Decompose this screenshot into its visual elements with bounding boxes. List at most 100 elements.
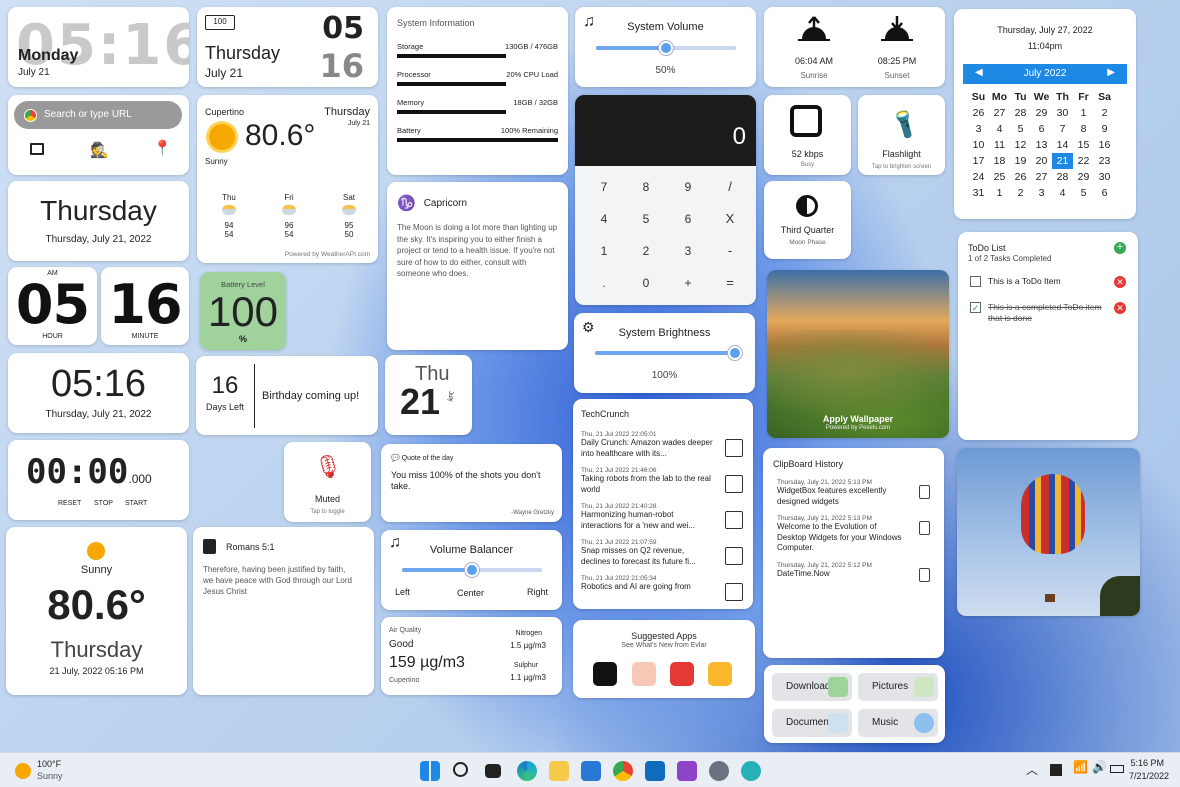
pictures-button[interactable]: Pictures [858, 673, 938, 701]
tray-app-icon[interactable] [1050, 764, 1062, 776]
battery-level-widget[interactable]: Battery Level 100 % [200, 272, 286, 350]
weather-widget[interactable]: Cupertino Thursday July 21 80.6° Sunny T… [197, 95, 378, 263]
calendar-day[interactable]: 26 [968, 105, 989, 121]
calendar-day[interactable]: 8 [1073, 121, 1094, 137]
quote-widget[interactable]: 💬 Quote of the day You miss 100% of the … [381, 444, 562, 522]
calendar-day[interactable]: 4 [1052, 185, 1073, 201]
checkbox-checked[interactable]: ✓ [970, 302, 981, 313]
volume-slider[interactable] [596, 41, 736, 55]
todo-item[interactable]: ✓ This is a completed ToDo item that is d… [968, 298, 1130, 328]
calendar-day[interactable]: 6 [1094, 185, 1115, 201]
calendar-next-icon[interactable]: ▶ [1107, 67, 1115, 78]
mute-widget[interactable]: 🎙 Muted Tap to toggle [284, 442, 371, 522]
search-widget[interactable]: Search or type URL 🕵 📍 [8, 95, 189, 175]
calendar-day[interactable]: 26 [1010, 169, 1031, 185]
calc-key[interactable]: X [709, 207, 751, 231]
calendar-day[interactable]: 29 [1031, 105, 1052, 121]
calendar-day[interactable]: 5 [1010, 121, 1031, 137]
search-box[interactable]: Search or type URL [14, 101, 182, 129]
calendar-day[interactable]: 18 [989, 153, 1010, 169]
countdown-widget[interactable]: 16 Days Left Birthday coming up! [196, 356, 378, 435]
calendar-day[interactable]: 17 [968, 153, 989, 169]
horoscope-widget[interactable]: ♑ Capricorn The Moon is doing a lot more… [387, 182, 568, 350]
calendar-day[interactable]: 1 [1073, 105, 1094, 121]
stop-button[interactable]: STOP [94, 500, 113, 507]
calc-key[interactable]: 6 [667, 207, 709, 231]
brightness-widget[interactable]: ⚙ System Brightness 100% [574, 313, 755, 393]
calculator-widget[interactable]: 0 7 8 9/4 5 6 X 1 2 3-. 0 + = [575, 95, 756, 305]
big-day-widget[interactable]: Thursday Thursday, July 21, 2022 [8, 181, 189, 261]
balancer-slider-thumb[interactable] [465, 563, 479, 577]
calendar-day[interactable]: 12 [1010, 137, 1031, 153]
system-volume-widget[interactable]: ♫ System Volume 50% [575, 7, 756, 87]
news-item[interactable]: Thu, 21 Jul 2022 21:40:28 Harmonizing hum… [581, 503, 745, 531]
calendar-day[interactable]: 5 [1073, 185, 1094, 201]
news-item[interactable]: Thu, 21 Jul 2022 21:07:59 Snap misses on … [581, 539, 745, 567]
article-icon[interactable] [725, 511, 743, 529]
article-icon[interactable] [725, 439, 743, 457]
news-item[interactable]: Thu, 21 Jul 2022 22:05:01 Daily Crunch: A… [581, 431, 745, 459]
calendar-day[interactable]: 1 [989, 185, 1010, 201]
calendar-day[interactable]: 7 [1052, 121, 1073, 137]
taskbar-time[interactable]: 5:16 PM [1130, 758, 1164, 768]
music-button[interactable]: Music [858, 709, 938, 737]
calendar-day[interactable]: 6 [1031, 121, 1052, 137]
news-item[interactable]: Thu, 21 Jul 2022 21:46:06 Taking robots f… [581, 467, 745, 495]
calendar-day[interactable]: 27 [1031, 169, 1052, 185]
incognito-icon[interactable]: 🕵 [90, 141, 109, 159]
flashlight-widget[interactable]: 🔦 Flashlight Tap to brighten screen [858, 95, 945, 175]
article-icon[interactable] [725, 475, 743, 493]
brightness-slider-thumb[interactable] [728, 346, 742, 360]
bible-widget[interactable]: Romans 5:1 Therefore, having been justif… [193, 527, 374, 695]
copy-icon[interactable] [919, 521, 930, 535]
balancer-slider[interactable] [402, 563, 542, 577]
wallpaper-widget[interactable]: Apply Wallpaper Powered by Pexels.com [767, 270, 949, 438]
calendar-day[interactable]: 10 [968, 137, 989, 153]
calendar-day[interactable]: 4 [989, 121, 1010, 137]
calendar-day[interactable]: 13 [1031, 137, 1052, 153]
clipboard-item[interactable]: Thursday, July 21, 2022 5:12 PM DateTime.… [777, 562, 934, 582]
calc-key[interactable]: 3 [667, 239, 709, 263]
clipboard-widget[interactable]: ClipBoard History Thursday, July 21, 202… [763, 448, 944, 658]
speaker-icon[interactable]: 🔊 [1092, 760, 1107, 774]
battery-tray-icon[interactable] [1110, 765, 1124, 773]
add-task-icon[interactable]: + [1114, 242, 1126, 254]
calc-key[interactable]: . [583, 271, 625, 295]
calendar-day[interactable]: 16 [1094, 137, 1115, 153]
store-icon[interactable] [581, 761, 601, 781]
headphones-app-icon[interactable] [593, 662, 617, 686]
calendar-day[interactable]: 3 [1031, 185, 1052, 201]
file-explorer-icon[interactable] [549, 761, 569, 781]
suggested-apps-widget[interactable]: Suggested Apps See What's New from Evlar [573, 620, 755, 698]
calendar-day[interactable]: 19 [1010, 153, 1031, 169]
calc-key[interactable]: 5 [625, 207, 667, 231]
brightness-slider[interactable] [595, 346, 742, 360]
start-button[interactable]: START [125, 500, 147, 507]
calendar-widget[interactable]: Thursday, July 27, 2022 11:04pm ◀ July 2… [954, 9, 1136, 219]
calendar-day[interactable]: 28 [1010, 105, 1031, 121]
location-icon[interactable]: 📍 [153, 139, 172, 157]
calendar-day[interactable]: 21 [1052, 153, 1073, 169]
news-app-icon[interactable] [670, 662, 694, 686]
calendar-day[interactable]: 30 [1052, 105, 1073, 121]
battery-date-widget[interactable]: 100 Thursday July 21 05 16 [197, 7, 378, 87]
calc-key[interactable]: / [709, 175, 751, 199]
flip-minute-widget[interactable]: 16 MINUTE [101, 267, 189, 345]
calendar-day[interactable]: 25 [989, 169, 1010, 185]
calendar-day[interactable]: 3 [968, 121, 989, 137]
calc-key[interactable]: = [709, 271, 751, 295]
delete-icon[interactable]: ✕ [1114, 302, 1126, 314]
calendar-day[interactable]: 24 [968, 169, 989, 185]
apply-wallpaper-button[interactable]: Apply Wallpaper [767, 414, 949, 424]
calendar-day[interactable]: 22 [1073, 153, 1094, 169]
start-icon[interactable] [420, 761, 440, 781]
calc-key[interactable]: 1 [583, 239, 625, 263]
visual-studio-icon[interactable] [677, 761, 697, 781]
wifi-icon[interactable]: 📶 [1073, 760, 1088, 774]
network-widget[interactable]: 52 kbps Busy [764, 95, 851, 175]
downloads-button[interactable]: Downloads [772, 673, 852, 701]
volume-balancer-widget[interactable]: ♫ Volume Balancer Left Center Right [381, 530, 562, 610]
calendar-day[interactable]: 28 [1052, 169, 1073, 185]
stopwatch-widget[interactable]: 00:00.000 RESET STOP START [8, 440, 189, 520]
outlook-icon[interactable] [645, 761, 665, 781]
